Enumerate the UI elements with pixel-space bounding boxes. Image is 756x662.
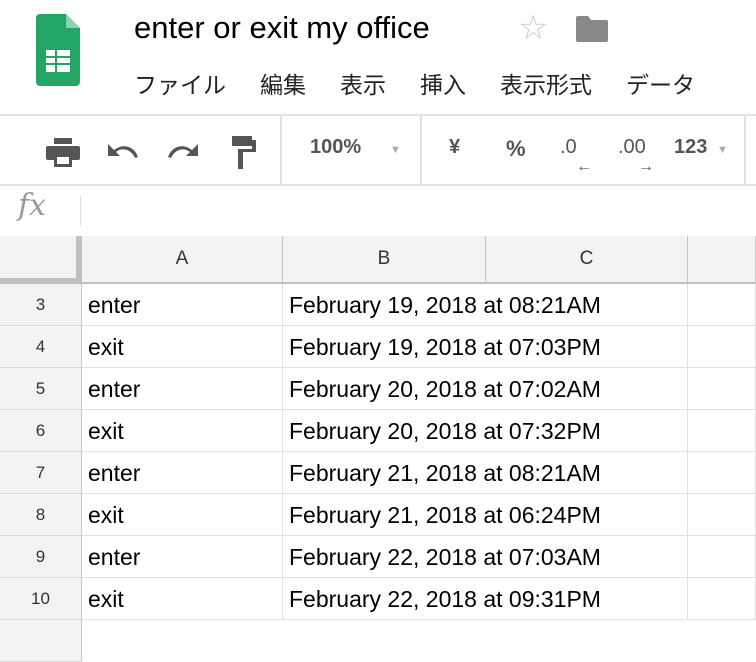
cell-b[interactable]: February 22, 2018 at 09:31PM: [283, 578, 601, 620]
table-row-partial: [0, 620, 756, 662]
cell-c[interactable]: [486, 452, 688, 494]
formula-divider: [80, 196, 81, 226]
cell-a[interactable]: exit: [82, 326, 283, 368]
table-row: 5 enter February 20, 2018 at 07:02AM: [0, 368, 756, 410]
menu-bar: ファイル 編集 表示 挿入 表示形式 データ: [134, 66, 695, 100]
arrow-left-icon: ←: [576, 158, 592, 175]
cell-c[interactable]: [486, 578, 688, 620]
table-row: 6 exit February 20, 2018 at 07:32PM: [0, 410, 756, 452]
menu-view[interactable]: 表示: [340, 66, 386, 100]
cell-d[interactable]: [688, 578, 756, 620]
cell-a[interactable]: exit: [82, 494, 283, 536]
row-header[interactable]: 10: [0, 578, 82, 620]
fx-icon: fx: [18, 188, 47, 223]
column-header-b[interactable]: B: [283, 236, 486, 284]
more-formats-button[interactable]: 123: [674, 136, 707, 159]
row-header[interactable]: 4: [0, 326, 82, 368]
row-header[interactable]: 7: [0, 452, 82, 494]
cell-c[interactable]: [486, 284, 688, 326]
cell-b[interactable]: February 21, 2018 at 08:21AM: [283, 452, 601, 494]
menu-edit[interactable]: 編集: [260, 66, 306, 100]
print-icon[interactable]: [46, 138, 80, 168]
row-header[interactable]: 3: [0, 284, 82, 326]
row-header[interactable]: 8: [0, 494, 82, 536]
cell-a[interactable]: enter: [82, 368, 283, 410]
select-all-corner[interactable]: [0, 236, 82, 284]
column-header-a[interactable]: A: [82, 236, 283, 284]
more-formats-dropdown-icon[interactable]: ▼: [717, 144, 728, 156]
percent-format-button[interactable]: %: [506, 136, 526, 162]
cell-d[interactable]: [688, 494, 756, 536]
cell-b[interactable]: February 22, 2018 at 07:03AM: [283, 536, 601, 578]
menu-insert[interactable]: 挿入: [420, 66, 466, 100]
toolbar: 100% ▼ ¥ % .0 ← .00 → 123 ▼: [0, 114, 756, 186]
arrow-right-icon: →: [638, 158, 654, 175]
column-header-d[interactable]: [688, 236, 756, 284]
cell-b[interactable]: February 19, 2018 at 07:03PM: [283, 326, 601, 368]
cell-d[interactable]: [688, 326, 756, 368]
row-header[interactable]: [0, 620, 82, 662]
cell-c[interactable]: [486, 494, 688, 536]
increase-decimal-button[interactable]: .00: [618, 136, 646, 159]
cell-d[interactable]: [688, 452, 756, 494]
cell-d[interactable]: [688, 410, 756, 452]
row-header[interactable]: 9: [0, 536, 82, 578]
cell-d[interactable]: [688, 368, 756, 410]
formula-input[interactable]: [90, 190, 750, 234]
table-row: 10 exit February 22, 2018 at 09:31PM: [0, 578, 756, 620]
cell-a[interactable]: exit: [82, 410, 283, 452]
menu-file[interactable]: ファイル: [134, 66, 226, 100]
table-row: 8 exit February 21, 2018 at 06:24PM: [0, 494, 756, 536]
cell-c[interactable]: [486, 410, 688, 452]
table-row: 4 exit February 19, 2018 at 07:03PM: [0, 326, 756, 368]
table-row: 3 enter February 19, 2018 at 08:21AM: [0, 284, 756, 326]
cell-c[interactable]: [486, 536, 688, 578]
currency-format-button[interactable]: ¥: [449, 136, 460, 159]
cell-b[interactable]: February 20, 2018 at 07:02AM: [283, 368, 601, 410]
cell-d[interactable]: [688, 284, 756, 326]
cell-a[interactable]: exit: [82, 578, 283, 620]
undo-icon[interactable]: [106, 142, 140, 162]
cell-b[interactable]: February 21, 2018 at 06:24PM: [283, 494, 601, 536]
sheets-logo-icon[interactable]: [36, 14, 80, 86]
cell-a[interactable]: enter: [82, 284, 283, 326]
cell-c[interactable]: [486, 326, 688, 368]
star-icon[interactable]: ☆: [518, 8, 548, 48]
cell-b[interactable]: February 20, 2018 at 07:32PM: [283, 410, 601, 452]
row-header[interactable]: 5: [0, 368, 82, 410]
document-title[interactable]: enter or exit my office: [134, 10, 430, 46]
paint-format-icon[interactable]: [230, 136, 258, 170]
zoom-dropdown-icon[interactable]: ▼: [390, 144, 401, 156]
cell-c[interactable]: [486, 368, 688, 410]
menu-format[interactable]: 表示形式: [500, 66, 592, 100]
cell-b[interactable]: February 19, 2018 at 08:21AM: [283, 284, 601, 326]
table-row: 7 enter February 21, 2018 at 08:21AM: [0, 452, 756, 494]
decrease-decimal-button[interactable]: .0: [560, 136, 577, 159]
cell-d[interactable]: [688, 536, 756, 578]
column-header-c[interactable]: C: [486, 236, 688, 284]
cell-a[interactable]: enter: [82, 452, 283, 494]
row-header[interactable]: 6: [0, 410, 82, 452]
folder-icon[interactable]: [576, 16, 608, 42]
table-row: 9 enter February 22, 2018 at 07:03AM: [0, 536, 756, 578]
menu-data[interactable]: データ: [626, 66, 695, 100]
redo-icon[interactable]: [166, 142, 200, 162]
cell-a[interactable]: enter: [82, 536, 283, 578]
zoom-select[interactable]: 100%: [310, 136, 361, 159]
